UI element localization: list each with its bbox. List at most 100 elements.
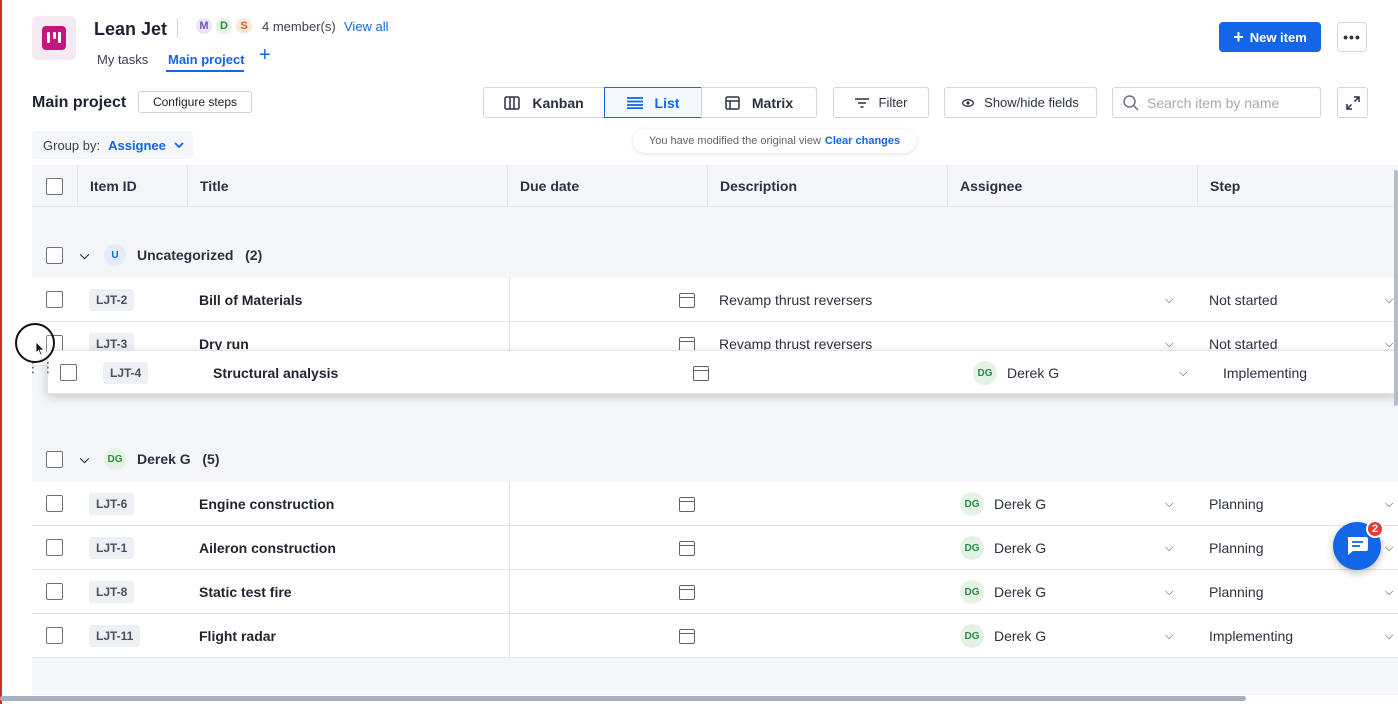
table-row[interactable]: LJT-8 Static test fire DG Derek G ⌵ Planning ⌵ [32,570,1398,614]
assignee-dropdown[interactable]: ⌵ [1165,614,1173,658]
step-cell[interactable]: Implementing [1209,614,1293,658]
step-cell[interactable]: Not started [1209,278,1277,322]
title-divider [177,18,178,38]
chevron-down-icon: ⌵ [1385,293,1394,306]
step-cell[interactable]: Planning [1209,526,1264,570]
assignee-dropdown[interactable]: ⌵ [1179,351,1187,395]
due-date-cell[interactable] [679,278,695,322]
item-title[interactable]: Static test fire [199,570,292,614]
step-dropdown[interactable]: ⌵ [1385,526,1393,570]
step-dropdown[interactable]: ⌵ [1385,278,1393,322]
group-checkbox[interactable] [46,450,63,468]
group-by-selector[interactable]: Group by: Assignee [32,131,193,159]
row-checkbox[interactable] [46,627,63,644]
step-cell[interactable]: Planning [1209,482,1264,526]
assignee-dropdown[interactable]: ⌵ [1165,278,1173,322]
cell-divider [509,482,510,526]
tab-my-tasks[interactable]: My tasks [97,52,148,67]
fullscreen-button[interactable] [1337,87,1368,118]
group-header[interactable]: ⌵ U Uncategorized (2) [32,233,1398,277]
calendar-icon [679,628,695,644]
column-description[interactable]: Description [708,165,948,207]
item-title[interactable]: Flight radar [199,614,276,658]
column-title[interactable]: Title [188,165,508,207]
column-step[interactable]: Step [1198,165,1398,207]
row-checkbox[interactable] [46,495,63,512]
search-box[interactable] [1112,87,1321,118]
list-view-button[interactable]: List [604,87,702,118]
row-checkbox[interactable] [46,539,63,556]
step-dropdown[interactable]: ⌵ [1385,614,1393,658]
item-title[interactable]: Aileron construction [199,526,336,570]
assignee-dropdown[interactable]: ⌵ [1165,570,1173,614]
assignee-cell[interactable]: DG Derek G [960,526,1046,570]
tab-main-project[interactable]: Main project [168,52,245,67]
show-hide-fields-button[interactable]: Show/hide fields [944,87,1097,118]
step-dropdown[interactable]: ⌵ [1385,482,1393,526]
group-avatar: DG [104,448,126,470]
assignee-name: Derek G [994,628,1047,644]
drag-handle-icon[interactable]: ⋮⋮ [26,360,56,374]
row-checkbox[interactable] [46,291,63,308]
due-date-cell[interactable] [693,351,709,395]
assignee-dropdown[interactable]: ⌵ [1165,526,1173,570]
assignee-cell[interactable]: DG Derek G [960,614,1046,658]
window-edge [0,0,2,704]
assignee-cell[interactable]: DG Derek G [960,570,1046,614]
chat-icon [1347,537,1368,555]
kanban-view-button[interactable]: Kanban [483,87,605,118]
assignee-cell[interactable]: DG Derek G [973,351,1059,395]
select-all-checkbox[interactable] [46,177,63,195]
more-options-button[interactable]: ••• [1337,22,1367,52]
cell-divider [509,614,510,658]
row-checkbox[interactable] [46,583,63,600]
assignee-cell[interactable]: DG Derek G [960,482,1046,526]
dragged-row[interactable]: LJT-4 Structural analysis DG Derek G ⌵ I… [47,350,1398,394]
table-row[interactable]: LJT-6 Engine construction DG Derek G ⌵ Planni… [32,482,1398,526]
search-input[interactable] [1147,94,1312,111]
step-cell[interactable]: Implementing [1223,351,1307,395]
expand-icon [1345,95,1360,110]
table-row[interactable]: LJT-11 Flight radar DG Derek G ⌵ Implementing… [32,614,1398,658]
item-title[interactable]: Engine construction [199,482,334,526]
clear-changes-link[interactable]: Clear changes [825,135,900,147]
column-due-date[interactable]: Due date [508,165,708,207]
column-assignee[interactable]: Assignee [948,165,1198,207]
due-date-cell[interactable] [679,614,695,658]
group-header[interactable]: ⌵ DG Derek G (5) [32,437,1398,481]
due-date-cell[interactable] [679,482,695,526]
vertical-scrollbar[interactable] [1394,170,1398,406]
header-select-all[interactable] [32,165,78,207]
new-item-label: New item [1249,29,1307,45]
add-tab-button[interactable]: + [259,44,271,67]
step-dropdown[interactable]: ⌵ [1385,570,1393,614]
kanban-icon [504,95,521,110]
description-cell[interactable]: Revamp thrust reversers [719,278,872,322]
group-checkbox[interactable] [46,246,63,264]
member-avatar: D [214,16,234,36]
item-title[interactable]: Bill of Materials [199,278,302,322]
due-date-cell[interactable] [679,570,695,614]
chevron-down-icon: ⌵ [1165,629,1174,642]
matrix-view-button[interactable]: Matrix [701,87,817,118]
table-row[interactable]: LJT-1 Aileron construction DG Derek G ⌵ Plann… [32,526,1398,570]
collapse-chevron-icon[interactable]: ⌵ [80,248,89,263]
view-all-link[interactable]: View all [344,19,389,34]
configure-steps-button[interactable]: Configure steps [138,91,252,113]
horizontal-scrollbar[interactable] [0,696,1246,701]
due-date-cell[interactable] [679,526,695,570]
filter-button[interactable]: Filter [833,87,929,118]
chevron-down-icon: ⌵ [1179,366,1188,379]
row-checkbox[interactable] [60,364,77,381]
assignee-dropdown[interactable]: ⌵ [1165,482,1173,526]
new-item-button[interactable]: + New item [1219,22,1321,52]
item-title[interactable]: Structural analysis [213,351,338,395]
item-id-badge: LJT-1 [89,537,135,559]
step-cell[interactable]: Planning [1209,570,1264,614]
collapse-chevron-icon[interactable]: ⌵ [80,452,89,467]
group-by-label: Group by: [43,137,101,153]
column-item-id[interactable]: Item ID [78,165,188,207]
member-avatars[interactable]: MDS [194,16,254,36]
cursor-icon [35,341,45,359]
table-row[interactable]: LJT-2 Bill of Materials Revamp thrust reve… [32,278,1398,322]
